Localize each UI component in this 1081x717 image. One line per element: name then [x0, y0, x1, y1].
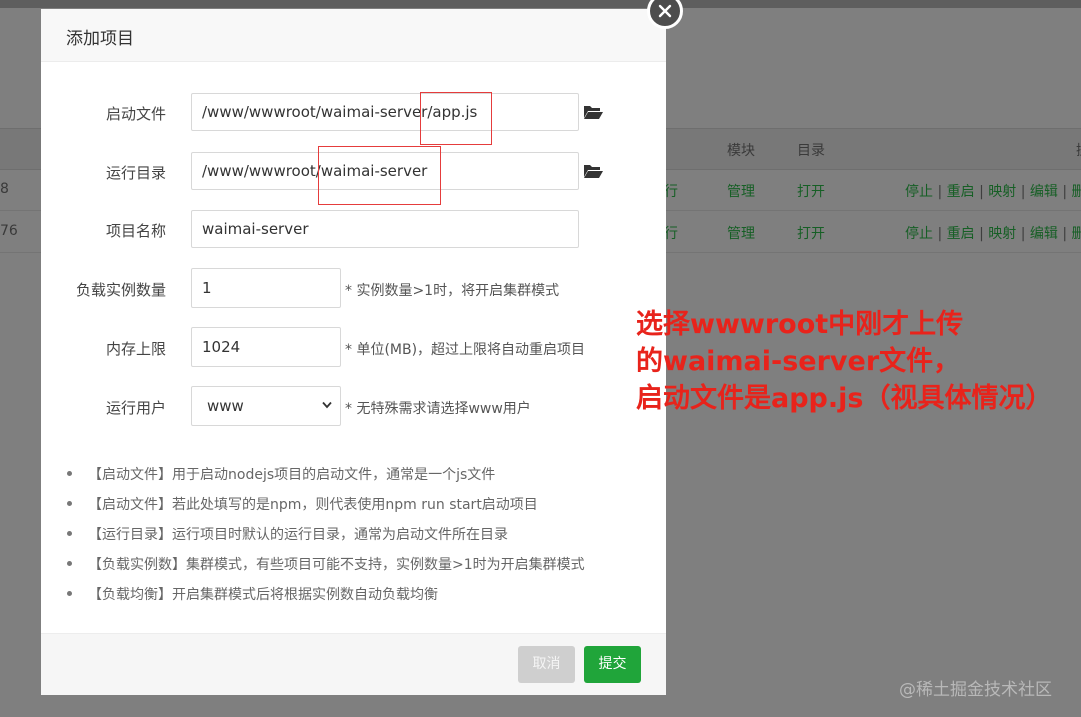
- bullet: [67, 560, 72, 566]
- memory-limit-input[interactable]: 1024: [191, 327, 341, 367]
- run-user-label: 运行用户: [105, 399, 166, 417]
- run-user-selected-value: www: [207, 397, 244, 415]
- delete-link[interactable]: 删: [1072, 226, 1081, 242]
- memory-limit-label: 内存上限: [105, 340, 166, 358]
- project-name-label: 项目名称: [105, 222, 166, 240]
- startup-file-label: 启动文件: [105, 105, 166, 123]
- dialog-footer: 取消 提交: [41, 633, 666, 695]
- separator: |: [1062, 184, 1068, 200]
- memory-limit-hint: * 单位(MB)，超过上限将自动重启项目: [345, 342, 586, 358]
- bullet: [67, 530, 72, 536]
- watermark: @稀土掘金技术社区: [899, 680, 1052, 700]
- module-manage-link[interactable]: 管理: [727, 181, 755, 201]
- list-item: 【启动文件】用于启动nodejs项目的启动文件，通常是一个js文件: [67, 464, 495, 484]
- restart-link[interactable]: 重启: [947, 184, 975, 200]
- map-link[interactable]: 映射: [988, 184, 1016, 200]
- list-item: 【负载均衡】开启集群模式后将根据实例数自动负载均衡: [67, 584, 438, 604]
- highlight-box: [318, 146, 441, 205]
- top-bar: [0, 0, 1081, 8]
- stop-link[interactable]: 停止: [905, 184, 933, 200]
- run-user-hint: * 无特殊需求请选择www用户: [345, 401, 531, 417]
- annotation-line: 的waimai-server文件，: [636, 346, 961, 377]
- dialog-title: 添加项目: [66, 29, 134, 49]
- column-header-operations: 操: [1076, 140, 1081, 160]
- annotation-line: 选择wwwroot中刚才上传: [636, 309, 964, 340]
- instance-count-input[interactable]: 1: [191, 268, 341, 308]
- separator: |: [937, 184, 943, 200]
- row-status: 行: [664, 226, 678, 242]
- module-manage-link[interactable]: 管理: [727, 223, 755, 243]
- row-id: 8: [0, 181, 9, 197]
- close-button[interactable]: [647, 0, 683, 29]
- annotation-text: 选择wwwroot中刚才上传 的waimai-server文件， 启动文件是ap…: [636, 306, 1052, 417]
- bullet: [67, 470, 72, 476]
- row-id: 76: [0, 223, 18, 239]
- separator: |: [937, 226, 943, 242]
- run-user-select[interactable]: www: [191, 386, 341, 426]
- directory-open-link[interactable]: 打开: [797, 223, 825, 243]
- separator: |: [979, 184, 984, 200]
- folder-open-icon[interactable]: [583, 163, 603, 179]
- bullet: [67, 500, 72, 506]
- list-item: 【运行目录】运行项目时默认的运行目录，通常为启动文件所在目录: [67, 524, 508, 544]
- project-name-input[interactable]: waimai-server: [191, 210, 579, 248]
- bullet: [67, 590, 72, 596]
- submit-button[interactable]: 提交: [584, 646, 641, 683]
- row-status: 行: [664, 184, 678, 200]
- run-directory-label: 运行目录: [105, 164, 166, 182]
- separator: |: [1020, 226, 1026, 242]
- stop-link[interactable]: 停止: [905, 226, 933, 242]
- list-item: 【启动文件】若此处填写的是npm，则代表使用npm run start启动项目: [67, 494, 538, 514]
- highlight-box: [420, 92, 492, 145]
- dialog-header: 添加项目: [41, 9, 666, 62]
- instance-count-hint: * 实例数量>1时，将开启集群模式: [345, 283, 560, 299]
- row-actions: 停止 | 重启 | 映射 | 编辑 | 删: [905, 223, 1081, 243]
- folder-open-icon[interactable]: [583, 104, 603, 120]
- row-actions: 停止 | 重启 | 映射 | 编辑 | 删: [905, 181, 1081, 201]
- instance-count-label: 负载实例数量: [75, 281, 166, 299]
- map-link[interactable]: 映射: [988, 226, 1016, 242]
- separator: |: [1062, 226, 1068, 242]
- restart-link[interactable]: 重启: [947, 226, 975, 242]
- delete-link[interactable]: 删: [1072, 184, 1081, 200]
- chevron-down-icon: [322, 401, 332, 409]
- list-item: 【负载实例数】集群模式，有些项目可能不支持，实例数量>1时为开启集群模式: [67, 554, 585, 574]
- add-project-dialog: 添加项目 启动文件 /www/wwwroot/waimai-server/app…: [41, 9, 666, 695]
- cancel-button[interactable]: 取消: [518, 646, 575, 683]
- startup-file-input[interactable]: /www/wwwroot/waimai-server/app.js: [191, 93, 579, 131]
- close-icon: [658, 4, 672, 18]
- annotation-line: 启动文件是app.js（视具体情况）: [636, 383, 1053, 414]
- column-header-directory: 目录: [797, 143, 825, 159]
- separator: |: [1020, 184, 1026, 200]
- edit-link[interactable]: 编辑: [1030, 226, 1058, 242]
- column-header-module: 模块: [727, 143, 755, 159]
- directory-open-link[interactable]: 打开: [797, 181, 825, 201]
- separator: |: [979, 226, 984, 242]
- edit-link[interactable]: 编辑: [1030, 184, 1058, 200]
